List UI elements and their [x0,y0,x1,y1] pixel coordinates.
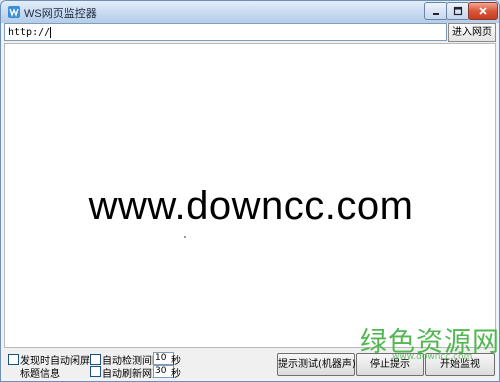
auto-detect-checkbox[interactable] [90,354,101,365]
enter-page-button[interactable]: 进入网页 [448,23,496,42]
app-icon [8,6,20,18]
page-content-text: www.downcc.com [88,184,414,228]
auto-refresh-checkbox[interactable] [90,366,101,377]
title-bar[interactable]: WS网页监控器 [1,1,499,23]
url-input[interactable]: http:// [4,23,447,41]
text-caret [50,26,52,38]
watermark-url: www.downcc.com [392,352,473,362]
maximize-button[interactable] [446,2,470,20]
close-button[interactable] [468,2,498,20]
close-icon [479,7,487,15]
title-info-label: 标题信息 [20,369,60,380]
maximize-icon [453,6,463,16]
idle-screen-checkbox[interactable] [8,354,19,365]
seconds-label-refresh: 秒 [171,369,181,380]
url-value: http:// [8,27,51,38]
test-alert-button[interactable]: 提示测试(机器声) [277,353,356,376]
content-dot [184,236,186,238]
web-view[interactable]: www.downcc.com [4,43,496,348]
minimize-icon [433,13,439,15]
window-title: WS网页监控器 [24,8,97,20]
minimize-button[interactable] [424,2,448,20]
